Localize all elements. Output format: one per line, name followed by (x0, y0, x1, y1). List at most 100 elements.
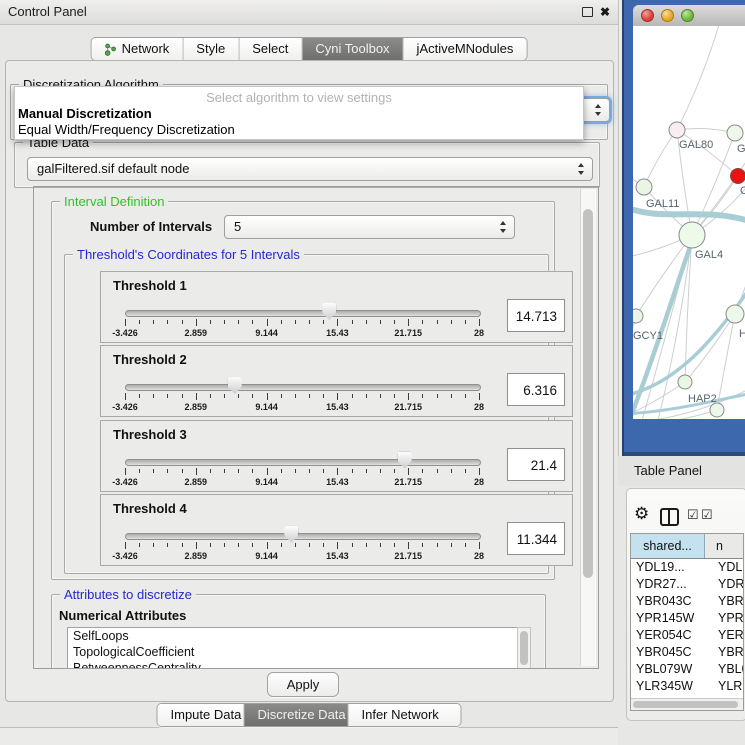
tick-mark (437, 543, 438, 547)
table-row[interactable]: YDR27...YDR2 (631, 576, 743, 593)
network-node[interactable] (710, 403, 724, 417)
tab-select[interactable]: Select (239, 38, 302, 60)
network-node-gal11[interactable] (636, 179, 652, 195)
tick-mark (224, 394, 225, 398)
zoom-traffic-light-icon[interactable] (681, 9, 694, 22)
list-item-betweennesscentrality[interactable]: BetweennessCentrality (68, 660, 518, 669)
attributes-group: Attributes to discretize Numerical Attri… (51, 594, 546, 669)
column-header-shared[interactable]: shared... (631, 534, 705, 558)
network-canvas[interactable]: GAL80GACGAL11GAL4GCY1HHAP2 (633, 26, 745, 419)
popup-item-manual-discretization[interactable]: Manual Discretization (18, 106, 152, 121)
number-of-intervals-combo[interactable]: 5 (224, 215, 515, 239)
network-edge[interactable] (677, 129, 735, 133)
tick-label: 15.43 (315, 551, 359, 561)
network-edge[interactable] (644, 130, 677, 187)
tick-label: 2.859 (174, 477, 218, 487)
threshold-label: Threshold 2 (113, 352, 187, 367)
gear-icon[interactable]: ⚙ (634, 505, 649, 522)
network-edge[interactable] (636, 235, 692, 316)
combo-stepper-icon[interactable] (594, 103, 602, 117)
combo-stepper-icon[interactable] (577, 162, 585, 176)
tick-label: -3.426 (103, 477, 147, 487)
tick-mark (408, 542, 409, 549)
threshold-value-field[interactable]: 11.344 (507, 522, 565, 555)
attributes-list-scrollbar-thumb[interactable] (520, 631, 528, 665)
tick-mark (224, 543, 225, 547)
threshold-slider-thumb[interactable] (398, 452, 412, 469)
bottom-tab-discretize-data[interactable]: Discretize Data (245, 704, 349, 726)
combo-stepper-icon[interactable] (499, 220, 507, 234)
threshold-value-field[interactable]: 6.316 (507, 373, 565, 406)
tick-label: 9.144 (245, 477, 289, 487)
table-row[interactable]: YPR145WYPR1 (631, 610, 743, 627)
tab-network[interactable]: Network (92, 38, 184, 60)
checkbox-icon[interactable]: ☑ (687, 507, 699, 522)
table-cell: YPR1 (705, 610, 743, 627)
tick-mark (139, 543, 140, 547)
close-traffic-light-icon[interactable] (641, 9, 654, 22)
list-item-selfloops[interactable]: SelfLoops (68, 628, 518, 644)
tick-mark (437, 394, 438, 398)
tab-cyni-toolbox[interactable]: Cyni Toolbox (302, 38, 403, 60)
tab-jactivemnodules[interactable]: jActiveMNodules (404, 38, 527, 60)
numerical-attributes-list[interactable]: SelfLoopsTopologicalCoefficientBetweenne… (67, 627, 519, 669)
network-node-ga[interactable] (727, 125, 743, 141)
tick-mark (167, 469, 168, 473)
network-edge[interactable] (692, 154, 745, 235)
network-node-h[interactable] (726, 305, 744, 323)
threshold-slider-track[interactable] (125, 459, 481, 466)
network-node-gal4[interactable] (679, 222, 705, 248)
threshold-slider-thumb[interactable] (284, 526, 298, 543)
tick-mark (337, 542, 338, 549)
network-edge[interactable] (677, 26, 721, 130)
table-horizontal-scrollbar-thumb[interactable] (633, 701, 738, 708)
bottom-tab-label: Discretize Data (258, 704, 346, 726)
tick-label: 28 (457, 328, 501, 338)
popup-item-equal-width-frequency[interactable]: Equal Width/Frequency Discretization (18, 122, 235, 137)
checkbox-icon[interactable]: ☑ (701, 507, 713, 522)
table-cell: YER0 (705, 627, 743, 644)
table-data-combo[interactable]: galFiltered.sif default node (27, 157, 593, 181)
close-icon[interactable]: ✖ (600, 3, 610, 21)
network-node-hap2[interactable] (678, 375, 692, 389)
threshold-slider-thumb[interactable] (322, 303, 336, 320)
network-edge[interactable] (685, 314, 735, 382)
table-cell: YBL0 (705, 661, 743, 678)
table-data-combo-value: galFiltered.sif default node (28, 158, 592, 180)
threshold-value-field[interactable]: 21.4 (507, 448, 565, 481)
settings-scrollbar-thumb[interactable] (583, 209, 593, 578)
tab-style[interactable]: Style (183, 38, 239, 60)
column-header-name[interactable]: n (705, 534, 743, 558)
table-row[interactable]: YBR045CYBR0 (631, 644, 743, 661)
table-cell: YBR0 (705, 593, 743, 610)
network-node-c[interactable] (731, 169, 745, 184)
table-row[interactable]: YLR345WYLR3 (631, 678, 743, 695)
table-cell: YDL19... (631, 559, 705, 576)
table-row[interactable]: YER054CYER0 (631, 627, 743, 644)
network-node-gal80[interactable] (669, 122, 685, 138)
table-row[interactable]: YDL19...YDL1 (631, 559, 743, 576)
threshold-slider-track[interactable] (125, 533, 481, 540)
table-panel-body: ⚙ ☑ ☑ shared... n YDL19...YDL1YDR27...YD… (618, 486, 745, 745)
apply-button[interactable]: Apply (267, 672, 339, 697)
threshold-slider-track[interactable] (125, 384, 481, 391)
columns-icon[interactable] (660, 508, 679, 526)
threshold-value-field[interactable]: 14.713 (507, 299, 565, 332)
table-row[interactable]: YBL079WYBL0 (631, 661, 743, 678)
algorithm-popup-hint: Select algorithm to view settings (15, 90, 583, 105)
tick-label: 9.144 (245, 551, 289, 561)
table-row[interactable]: YBR043CYBR0 (631, 593, 743, 610)
minimize-traffic-light-icon[interactable] (661, 9, 674, 22)
float-window-icon[interactable] (582, 7, 593, 17)
tick-mark (323, 394, 324, 398)
threshold-slider-thumb[interactable] (228, 377, 242, 394)
table-horizontal-scrollbar[interactable] (631, 698, 743, 710)
attributes-list-scrollbar[interactable] (517, 627, 531, 669)
network-node-gcy1[interactable] (633, 309, 643, 323)
settings-scrollbar[interactable] (580, 189, 596, 666)
tick-mark (252, 543, 253, 547)
bottom-tab-infer-network[interactable]: Infer Network (349, 704, 461, 726)
list-item-topologicalcoefficient[interactable]: TopologicalCoefficient (68, 644, 518, 660)
threshold-slider-track[interactable] (125, 310, 481, 317)
bottom-tab-impute-data[interactable]: Impute Data (158, 704, 245, 726)
